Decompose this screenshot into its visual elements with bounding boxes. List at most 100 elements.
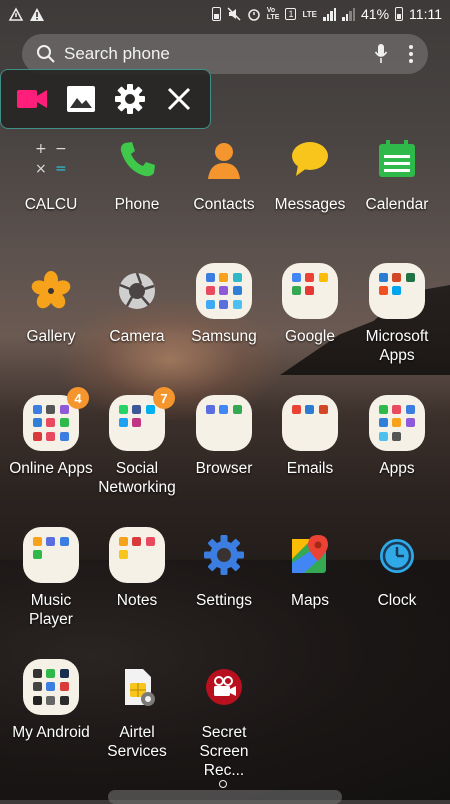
battery-percent: 41% [361, 6, 390, 22]
app-clock[interactable]: Clock [352, 527, 442, 610]
folder-my-android[interactable]: My Android [6, 659, 96, 742]
app-label: Messages [274, 196, 346, 213]
settings-icon [196, 527, 252, 583]
app-label: Apps [379, 460, 415, 477]
gallery-icon [23, 263, 79, 319]
volte-label: Vo LTE [266, 7, 280, 21]
folder-icon [282, 395, 338, 451]
app-label: Camera [109, 328, 165, 345]
app-label: My Android [12, 724, 90, 741]
app-label: Clock [377, 592, 417, 609]
folder-icon [23, 659, 79, 715]
folder-google[interactable]: Google [265, 263, 355, 346]
app-label: Online Apps [9, 460, 93, 477]
page-indicator-dot[interactable] [219, 780, 227, 788]
folder-emails[interactable]: Emails [265, 395, 355, 478]
app-label: Calendar [365, 196, 429, 213]
folder-apps[interactable]: Apps [352, 395, 442, 478]
app-label: Google [285, 328, 335, 345]
toolbar-settings-button[interactable] [112, 81, 148, 117]
sim-icon [109, 659, 165, 715]
folder-online-apps[interactable]: 4 Online Apps [6, 387, 96, 478]
folder-icon [369, 263, 425, 319]
app-label: Gallery [26, 328, 76, 345]
app-camera[interactable]: Camera [92, 263, 182, 346]
folder-browser[interactable]: Browser [179, 395, 269, 478]
floating-recorder-toolbar [0, 69, 211, 129]
folder-icon [109, 527, 165, 583]
app-label: Settings [195, 592, 252, 609]
app-label: Microsoft Apps [365, 328, 429, 364]
app-label: Notes [116, 592, 158, 609]
svg-text:−: − [55, 141, 67, 157]
folder-icon [196, 263, 252, 319]
app-label: CALCU [24, 196, 78, 213]
app-contacts[interactable]: Contacts [179, 131, 269, 214]
clock-time: 11:11 [409, 6, 442, 22]
app-label: Contacts [193, 196, 255, 213]
app-secret-screen-recorder[interactable]: Secret Screen Rec... [179, 659, 269, 780]
battery-saver-icon [211, 7, 221, 21]
gallery-button[interactable] [63, 81, 99, 117]
more-options-icon[interactable] [408, 44, 414, 64]
folder-icon [23, 527, 79, 583]
folder-icon [282, 263, 338, 319]
app-label: Secret Screen Rec... [199, 724, 249, 779]
app-settings[interactable]: Settings [179, 527, 269, 610]
warning-icon [30, 7, 44, 21]
mute-icon [227, 7, 241, 21]
microphone-icon[interactable] [374, 43, 388, 65]
app-calendar[interactable]: Calendar [352, 131, 442, 214]
app-phone[interactable]: Phone [92, 131, 182, 214]
signal-strength-icon [323, 7, 336, 21]
svg-text:=: = [55, 161, 67, 177]
gear-icon [115, 84, 146, 114]
folder-icon: 4 [23, 387, 89, 451]
video-camera-icon [16, 90, 47, 108]
folder-microsoft-apps[interactable]: Microsoft Apps [352, 263, 442, 365]
app-maps[interactable]: Maps [265, 527, 355, 610]
app-calcu[interactable]: + − × = CALCU [6, 131, 96, 214]
app-label: Maps [291, 592, 329, 609]
record-video-button[interactable] [14, 81, 50, 117]
svg-text:+: + [35, 141, 47, 157]
app-gallery[interactable]: Gallery [6, 263, 96, 346]
messages-icon [282, 131, 338, 187]
app-drawer-handle[interactable] [108, 790, 342, 804]
folder-icon [196, 395, 252, 451]
app-label: Social Networking [98, 460, 176, 496]
folder-icon [369, 395, 425, 451]
calculator-icon: + − × = [23, 131, 79, 187]
app-messages[interactable]: Messages [265, 131, 355, 214]
app-label: Emails [286, 460, 334, 477]
search-bar[interactable]: Search phone [22, 34, 428, 74]
screen-recorder-icon [196, 659, 252, 715]
camera-icon [109, 263, 165, 319]
status-left [8, 7, 44, 21]
status-bar: Vo LTE 1 LTE 41% 11:11 [0, 0, 450, 28]
wifi-hotspot-icon [8, 7, 24, 21]
app-label: Airtel Services [107, 724, 167, 760]
close-toolbar-button[interactable] [161, 81, 197, 117]
folder-samsung[interactable]: Samsung [179, 263, 269, 346]
app-label: Music Player [29, 592, 73, 628]
maps-icon [282, 527, 338, 583]
notification-badge: 7 [153, 387, 175, 409]
battery-icon [395, 7, 404, 21]
svg-text:×: × [35, 161, 47, 177]
calendar-icon [369, 131, 425, 187]
close-icon [168, 87, 191, 111]
app-airtel-services[interactable]: Airtel Services [92, 659, 182, 761]
search-icon [37, 45, 55, 63]
contacts-icon [196, 131, 252, 187]
search-placeholder[interactable]: Search phone [64, 44, 374, 64]
folder-social-networking[interactable]: 7 Social Networking [92, 387, 182, 497]
phone-icon [109, 131, 165, 187]
folder-icon: 7 [109, 387, 175, 451]
image-icon [66, 86, 95, 112]
lte-label: LTE [302, 9, 317, 19]
app-label: Browser [195, 460, 253, 477]
folder-notes[interactable]: Notes [92, 527, 182, 610]
folder-music-player[interactable]: Music Player [6, 527, 96, 629]
notification-badge: 4 [67, 387, 89, 409]
